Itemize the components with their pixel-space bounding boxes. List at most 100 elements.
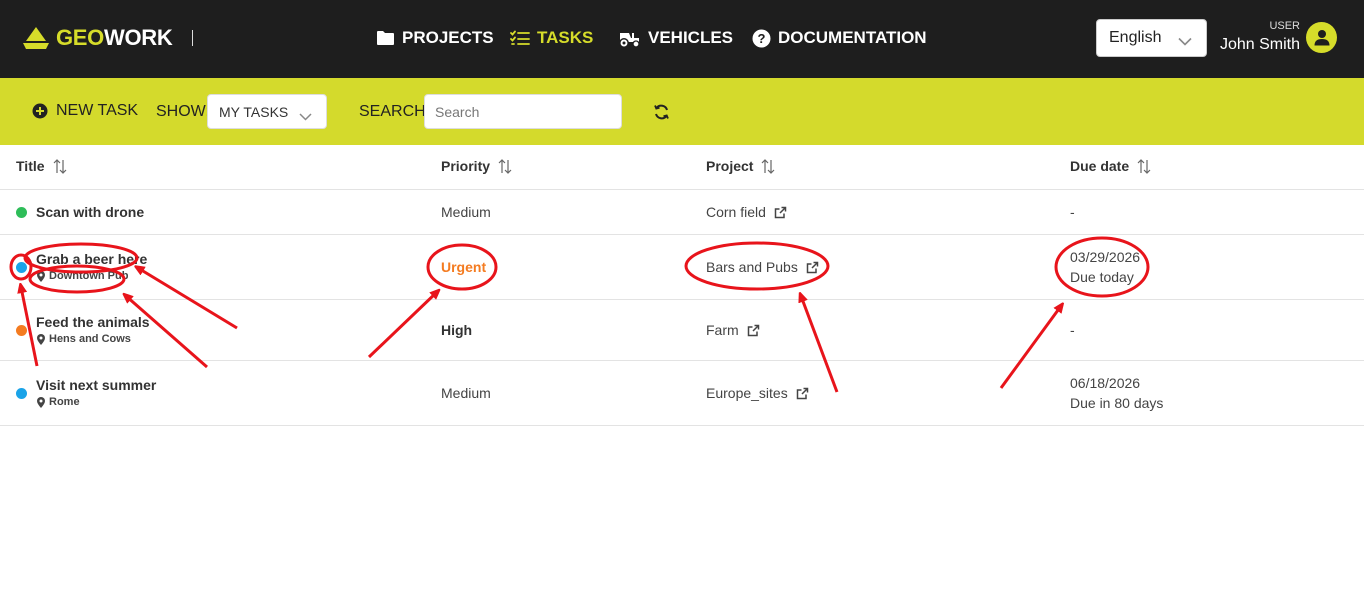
brand-name: GEOWORK xyxy=(56,25,173,51)
row-divider xyxy=(0,425,1364,426)
map-pin-icon xyxy=(37,270,45,282)
language-select[interactable]: English xyxy=(1096,19,1207,57)
task-location-label: Hens and Cows xyxy=(49,333,131,345)
folder-icon xyxy=(376,30,395,46)
sort-icon xyxy=(1137,158,1151,174)
sort-icon xyxy=(53,158,67,174)
nav-projects[interactable]: PROJECTS xyxy=(376,26,494,50)
logo-icon xyxy=(23,27,49,49)
task-location: Rome xyxy=(37,396,80,408)
task-project-label: Europe_sites xyxy=(706,385,788,401)
nav-tasks[interactable]: TASKS xyxy=(510,26,593,50)
task-project-label: Bars and Pubs xyxy=(706,259,798,275)
external-link-icon xyxy=(806,261,819,274)
brand-divider xyxy=(192,30,193,46)
new-task-button[interactable]: NEW TASK xyxy=(32,102,138,120)
external-link-icon xyxy=(796,387,809,400)
brand-work-text: WORK xyxy=(104,25,173,50)
sort-icon xyxy=(498,158,512,174)
annotation-arrow xyxy=(126,296,208,369)
status-dot xyxy=(16,207,27,218)
search-label: SEARCH: xyxy=(359,103,431,120)
task-title[interactable]: Scan with drone xyxy=(36,204,144,220)
status-dot xyxy=(16,262,27,273)
external-link-icon xyxy=(747,324,760,337)
column-header-due-date[interactable]: Due date xyxy=(1070,158,1151,174)
nav-documentation[interactable]: ? DOCUMENTATION xyxy=(752,26,927,50)
column-header-title[interactable]: Title xyxy=(16,158,67,174)
svg-text:?: ? xyxy=(758,31,766,46)
user-name[interactable]: John Smith xyxy=(1200,36,1300,54)
status-dot xyxy=(16,388,27,399)
task-toolbar: NEW TASK SHOW: MY TASKS SEARCH: xyxy=(0,78,1364,145)
task-location: Downtown Pub xyxy=(37,270,128,282)
task-priority: Urgent xyxy=(441,259,487,275)
task-due-note: Due in 80 days xyxy=(1070,395,1164,411)
nav-vehicles-label: VEHICLES xyxy=(648,28,734,47)
brand-logo[interactable]: GEOWORK xyxy=(22,24,193,52)
column-priority-label: Priority xyxy=(441,158,491,174)
brand-geo-text: GEO xyxy=(56,25,104,50)
nav-tasks-label: TASKS xyxy=(537,28,594,47)
task-project-link[interactable]: Corn field xyxy=(706,204,787,220)
task-due-note: Due today xyxy=(1070,269,1134,285)
task-project-link[interactable]: Farm xyxy=(706,322,760,338)
nav-vehicles[interactable]: VEHICLES xyxy=(617,26,733,50)
task-due-date: - xyxy=(1070,322,1075,338)
task-due-date: 03/29/2026 xyxy=(1070,249,1141,265)
search-input[interactable] xyxy=(424,94,622,129)
map-pin-icon xyxy=(37,396,45,408)
external-link-icon xyxy=(774,206,787,219)
new-task-label: NEW TASK xyxy=(56,102,139,119)
question-circle-icon: ? xyxy=(752,29,771,48)
annotation-arrow xyxy=(138,268,238,330)
column-title-label: Title xyxy=(16,158,45,174)
plus-circle-icon xyxy=(32,103,48,119)
nav-documentation-label: DOCUMENTATION xyxy=(778,28,927,47)
show-label: SHOW: xyxy=(156,103,210,120)
column-header-project[interactable]: Project xyxy=(706,158,775,174)
annotation-arrow xyxy=(367,292,437,359)
language-value: English xyxy=(1109,29,1162,46)
column-project-label: Project xyxy=(706,158,754,174)
show-filter-select[interactable]: MY TASKS xyxy=(207,94,327,129)
task-title[interactable]: Grab a beer here xyxy=(36,251,147,267)
task-location-label: Downtown Pub xyxy=(49,270,129,282)
chevron-down-icon xyxy=(1178,33,1192,51)
column-due-label: Due date xyxy=(1070,158,1130,174)
task-priority: Medium xyxy=(441,204,491,220)
annotation-arrow xyxy=(999,306,1061,389)
task-title[interactable]: Feed the animals xyxy=(36,314,150,330)
task-title[interactable]: Visit next summer xyxy=(36,377,156,393)
task-project-label: Farm xyxy=(706,322,739,338)
refresh-icon[interactable] xyxy=(653,104,670,120)
task-project-label: Corn field xyxy=(706,204,766,220)
column-header-priority[interactable]: Priority xyxy=(441,158,512,174)
sort-icon xyxy=(761,158,775,174)
row-divider xyxy=(0,360,1364,361)
map-pin-icon xyxy=(37,333,45,345)
row-divider xyxy=(0,234,1364,235)
header-divider xyxy=(0,189,1364,190)
tractor-icon xyxy=(617,29,641,48)
task-location: Hens and Cows xyxy=(37,333,131,345)
annotation-arrow xyxy=(801,296,839,393)
task-due-date: 06/18/2026 xyxy=(1070,375,1141,391)
annotation-circle-due xyxy=(1054,236,1150,298)
task-location-label: Rome xyxy=(49,396,80,408)
user-icon xyxy=(1314,30,1329,46)
task-priority: High xyxy=(441,322,473,338)
avatar[interactable] xyxy=(1306,22,1337,53)
row-divider xyxy=(0,299,1364,300)
nav-projects-label: PROJECTS xyxy=(402,28,494,47)
chevron-down-icon xyxy=(299,108,312,124)
task-project-link[interactable]: Europe_sites xyxy=(706,385,809,401)
show-filter-value: MY TASKS xyxy=(219,103,289,120)
user-role: USER xyxy=(1269,20,1300,32)
task-priority: Medium xyxy=(441,385,491,401)
top-navbar: GEOWORK PROJECTS TASKS VEHICLES ? DOCUME… xyxy=(0,0,1364,78)
task-due-date: - xyxy=(1070,204,1075,220)
task-project-link[interactable]: Bars and Pubs xyxy=(706,259,819,275)
status-dot xyxy=(16,325,27,336)
annotation-marks xyxy=(9,236,1150,393)
